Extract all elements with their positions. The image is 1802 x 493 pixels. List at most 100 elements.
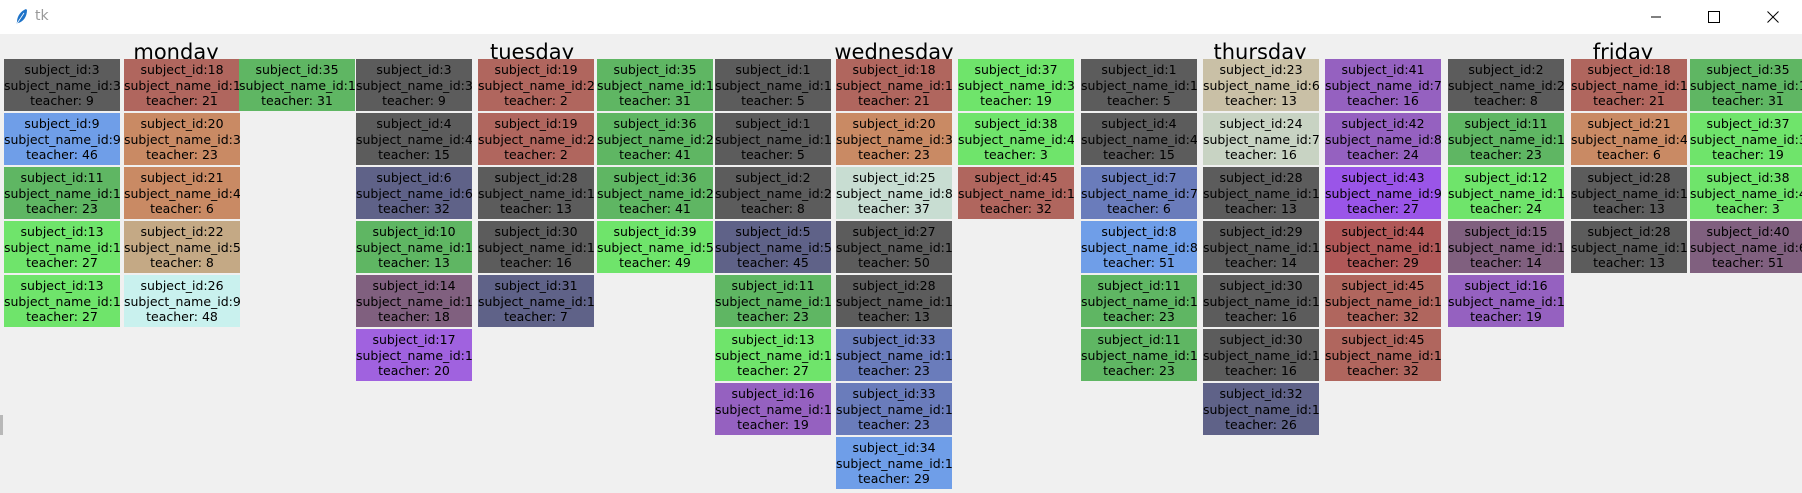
cell-name: subject_name_id:1: [1081, 77, 1197, 93]
cell-teacher: teacher: 16: [500, 255, 572, 270]
cell-name: subject_name_id:3: [124, 131, 240, 147]
schedule-cell: subject_id:28 subject_name_id:11 teacher: …: [478, 167, 594, 219]
cell-id: subject_id:6: [376, 170, 452, 185]
cell-id: subject_id:30: [494, 224, 578, 239]
cell-id: subject_id:21: [140, 170, 224, 185]
cell-id: subject_id:19: [494, 116, 578, 131]
cell-id: subject_id:2: [1468, 62, 1544, 77]
cell-name: subject_name_id:16: [836, 401, 952, 417]
cell-teacher: teacher: 51: [1712, 255, 1784, 270]
feather-icon: [15, 9, 27, 26]
schedule-cell: subject_id:41 subject_name_id:7 teacher: 1…: [1325, 59, 1441, 111]
cell-id: subject_id:45: [1341, 278, 1425, 293]
cell-teacher: teacher: 31: [261, 93, 333, 108]
cell-name: subject_name_id:11: [1081, 293, 1197, 309]
cell-name: subject_name_id:4: [1081, 131, 1197, 147]
schedule-cell: subject_id:16 subject_name_id:16 teacher: …: [1448, 275, 1564, 327]
cell-name: subject_name_id:3: [836, 131, 952, 147]
cell-id: subject_id:11: [20, 170, 104, 185]
cell-teacher: teacher: 13: [858, 309, 930, 324]
cell-id: subject_id:11: [1097, 332, 1181, 347]
cell-name: subject_name_id:10: [1325, 239, 1441, 255]
close-button[interactable]: [1744, 0, 1802, 34]
cell-teacher: teacher: 5: [741, 93, 805, 108]
cell-name: subject_name_id:13: [715, 347, 831, 363]
schedule-cell: subject_id:14 subject_name_id:14 teacher: …: [356, 275, 472, 327]
schedule-cell: subject_id:44 subject_name_id:10 teacher: …: [1325, 221, 1441, 273]
cell-teacher: teacher: 9: [30, 93, 94, 108]
schedule-cell: subject_id:31 subject_name_id:14 teacher: …: [478, 275, 594, 327]
cell-id: subject_id:28: [852, 278, 936, 293]
cell-teacher: teacher: 23: [1470, 147, 1542, 162]
cell-teacher: teacher: 45: [737, 255, 809, 270]
cell-teacher: teacher: 8: [741, 201, 805, 216]
cell-teacher: teacher: 2: [504, 147, 568, 162]
cell-name: subject_name_id:1: [715, 131, 831, 147]
schedule-cell: subject_id:35 subject_name_id:1 teacher: 3…: [597, 59, 713, 111]
cell-id: subject_id:3: [24, 62, 100, 77]
cell-id: subject_id:28: [1219, 170, 1303, 185]
cell-name: subject_name_id:4: [1571, 131, 1687, 147]
cell-teacher: teacher: 13: [500, 201, 572, 216]
cell-name: subject_name_id:10: [836, 239, 952, 255]
cell-teacher: teacher: 5: [741, 147, 805, 162]
cell-teacher: teacher: 31: [619, 93, 691, 108]
cell-teacher: teacher: 32: [1347, 309, 1419, 324]
cell-id: subject_id:18: [1587, 62, 1671, 77]
cell-id: subject_id:43: [1341, 170, 1425, 185]
cell-name: subject_name_id:11: [1081, 347, 1197, 363]
cell-teacher: teacher: 27: [1347, 201, 1419, 216]
cell-name: subject_name_id:2: [1448, 77, 1564, 93]
maximize-button[interactable]: [1685, 0, 1743, 34]
cell-name: subject_name_id:11: [1571, 185, 1687, 201]
schedule-cell: subject_id:16 subject_name_id:16 teacher: …: [715, 383, 831, 435]
cell-name: subject_name_id:11: [1325, 347, 1441, 363]
cell-teacher: teacher: 32: [980, 201, 1052, 216]
cell-id: subject_id:10: [372, 224, 456, 239]
cell-id: subject_id:35: [1706, 62, 1790, 77]
schedule-cell: subject_id:36 subject_name_id:2 teacher: 4…: [597, 167, 713, 219]
schedule-cell: subject_id:13 subject_name_id:13 teacher: …: [715, 329, 831, 381]
cell-teacher: teacher: 19: [737, 417, 809, 432]
cell-id: subject_id:18: [140, 62, 224, 77]
cell-id: subject_id:45: [1341, 332, 1425, 347]
cell-id: subject_id:18: [852, 62, 936, 77]
schedule-cell: subject_id:2 subject_name_id:2 teacher: 8: [715, 167, 831, 219]
cell-teacher: teacher: 29: [1347, 255, 1419, 270]
cell-id: subject_id:3: [376, 62, 452, 77]
cell-name: subject_name_id:15: [1448, 239, 1564, 255]
schedule-cell: subject_id:20 subject_name_id:3 teacher: 2…: [124, 113, 240, 165]
minimize-button[interactable]: [1627, 0, 1685, 34]
schedule-cell: subject_id:19 subject_name_id:2 teacher: 2: [478, 113, 594, 165]
cell-teacher: teacher: 24: [1347, 147, 1419, 162]
cell-name: subject_name_id:8: [1081, 239, 1197, 255]
cell-name: subject_name_id:1: [124, 77, 240, 93]
cell-id: subject_id:16: [731, 386, 815, 401]
cell-teacher: teacher: 7: [504, 309, 568, 324]
cell-name: subject_name_id:11: [958, 185, 1074, 201]
cell-id: subject_id:20: [140, 116, 224, 131]
cell-name: subject_name_id:13: [478, 239, 594, 255]
cell-name: subject_name_id:14: [478, 293, 594, 309]
title-bar[interactable]: tk: [0, 0, 1802, 34]
schedule-cell: subject_id:13 subject_name_id:13 teacher: …: [4, 275, 120, 327]
schedule-cell: subject_id:4 subject_name_id:4 teacher: 15: [1081, 113, 1197, 165]
schedule-cell: subject_id:22 subject_name_id:5 teacher: 8: [124, 221, 240, 273]
cell-name: subject_name_id:7: [1325, 77, 1441, 93]
cell-teacher: teacher: 29: [858, 471, 930, 486]
schedule-cell: subject_id:30 subject_name_id:13 teacher: …: [1203, 275, 1319, 327]
cell-id: subject_id:35: [255, 62, 339, 77]
cell-id: subject_id:11: [1464, 116, 1548, 131]
cell-name: subject_name_id:1: [836, 77, 952, 93]
cell-name: subject_name_id:2: [715, 185, 831, 201]
cell-teacher: teacher: 9: [382, 93, 446, 108]
cell-name: subject_name_id:1: [715, 77, 831, 93]
cell-id: subject_id:39: [613, 224, 697, 239]
cell-id: subject_id:13: [731, 332, 815, 347]
cell-id: subject_id:13: [20, 278, 104, 293]
cell-id: subject_id:42: [1341, 116, 1425, 131]
cell-id: subject_id:1: [1101, 62, 1177, 77]
cell-name: subject_name_id:11: [1325, 293, 1441, 309]
cell-id: subject_id:37: [974, 62, 1058, 77]
cell-name: subject_name_id:4: [356, 131, 472, 147]
